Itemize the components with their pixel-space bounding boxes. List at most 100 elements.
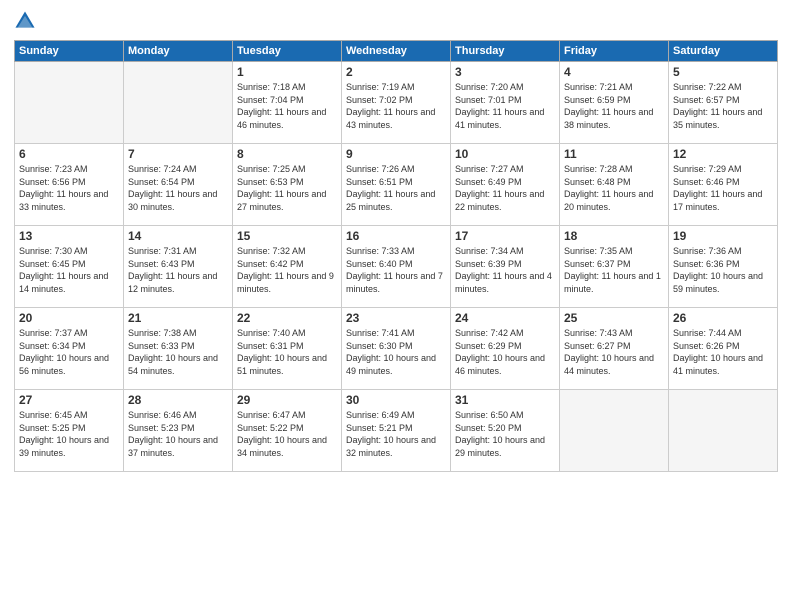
calendar-cell: 17 Sunrise: 7:34 AMSunset: 6:39 PMDayligh…: [451, 226, 560, 308]
calendar-cell: 18 Sunrise: 7:35 AMSunset: 6:37 PMDayligh…: [560, 226, 669, 308]
day-info: Sunrise: 7:28 AMSunset: 6:48 PMDaylight:…: [564, 163, 664, 213]
day-info: Sunrise: 7:22 AMSunset: 6:57 PMDaylight:…: [673, 81, 773, 131]
day-number: 19: [673, 229, 773, 243]
calendar-cell: [669, 390, 778, 472]
day-info: Sunrise: 7:20 AMSunset: 7:01 PMDaylight:…: [455, 81, 555, 131]
calendar-cell: 27 Sunrise: 6:45 AMSunset: 5:25 PMDayligh…: [15, 390, 124, 472]
day-info: Sunrise: 7:31 AMSunset: 6:43 PMDaylight:…: [128, 245, 228, 295]
day-number: 4: [564, 65, 664, 79]
calendar-week-row: 1Sunrise: 7:18 AMSunset: 7:04 PMDaylight…: [15, 62, 778, 144]
day-number: 26: [673, 311, 773, 325]
calendar-cell: 4 Sunrise: 7:21 AMSunset: 6:59 PMDaylight…: [560, 62, 669, 144]
weekday-header: Wednesday: [342, 41, 451, 62]
calendar-cell: 19 Sunrise: 7:36 AMSunset: 6:36 PMDayligh…: [669, 226, 778, 308]
day-number: 10: [455, 147, 555, 161]
day-number: 6: [19, 147, 119, 161]
calendar-week-row: 13 Sunrise: 7:30 AMSunset: 6:45 PMDayligh…: [15, 226, 778, 308]
calendar-cell: 9 Sunrise: 7:26 AMSunset: 6:51 PMDaylight…: [342, 144, 451, 226]
calendar-cell: 15Sunrise: 7:32 AMSunset: 6:42 PMDayligh…: [233, 226, 342, 308]
calendar-cell: 24Sunrise: 7:42 AMSunset: 6:29 PMDayligh…: [451, 308, 560, 390]
calendar-cell: 28Sunrise: 6:46 AMSunset: 5:23 PMDayligh…: [124, 390, 233, 472]
day-info: Sunrise: 7:41 AMSunset: 6:30 PMDaylight:…: [346, 327, 446, 377]
calendar-cell: [15, 62, 124, 144]
calendar-cell: 21 Sunrise: 7:38 AMSunset: 6:33 PMDayligh…: [124, 308, 233, 390]
calendar-cell: 10Sunrise: 7:27 AMSunset: 6:49 PMDayligh…: [451, 144, 560, 226]
day-number: 7: [128, 147, 228, 161]
day-info: Sunrise: 6:45 AMSunset: 5:25 PMDaylight:…: [19, 409, 119, 459]
page: SundayMondayTuesdayWednesdayThursdayFrid…: [0, 0, 792, 612]
day-info: Sunrise: 7:23 AMSunset: 6:56 PMDaylight:…: [19, 163, 119, 213]
day-info: Sunrise: 6:46 AMSunset: 5:23 PMDaylight:…: [128, 409, 228, 459]
calendar-cell: 8Sunrise: 7:25 AMSunset: 6:53 PMDaylight…: [233, 144, 342, 226]
calendar-week-row: 20 Sunrise: 7:37 AMSunset: 6:34 PMDayligh…: [15, 308, 778, 390]
day-number: 31: [455, 393, 555, 407]
calendar-cell: [560, 390, 669, 472]
calendar: SundayMondayTuesdayWednesdayThursdayFrid…: [14, 40, 778, 472]
calendar-cell: 29 Sunrise: 6:47 AMSunset: 5:22 PMDayligh…: [233, 390, 342, 472]
calendar-cell: 22Sunrise: 7:40 AMSunset: 6:31 PMDayligh…: [233, 308, 342, 390]
calendar-cell: 25Sunrise: 7:43 AMSunset: 6:27 PMDayligh…: [560, 308, 669, 390]
calendar-cell: 3 Sunrise: 7:20 AMSunset: 7:01 PMDaylight…: [451, 62, 560, 144]
day-info: Sunrise: 6:50 AMSunset: 5:20 PMDaylight:…: [455, 409, 555, 459]
calendar-cell: 12 Sunrise: 7:29 AMSunset: 6:46 PMDayligh…: [669, 144, 778, 226]
day-number: 9: [346, 147, 446, 161]
day-info: Sunrise: 7:34 AMSunset: 6:39 PMDaylight:…: [455, 245, 555, 295]
calendar-cell: 26 Sunrise: 7:44 AMSunset: 6:26 PMDayligh…: [669, 308, 778, 390]
calendar-cell: 20 Sunrise: 7:37 AMSunset: 6:34 PMDayligh…: [15, 308, 124, 390]
calendar-week-row: 27 Sunrise: 6:45 AMSunset: 5:25 PMDayligh…: [15, 390, 778, 472]
day-number: 20: [19, 311, 119, 325]
day-number: 13: [19, 229, 119, 243]
weekday-header: Friday: [560, 41, 669, 62]
logo-icon: [14, 10, 36, 32]
day-info: Sunrise: 7:35 AMSunset: 6:37 PMDaylight:…: [564, 245, 664, 295]
day-number: 16: [346, 229, 446, 243]
day-number: 30: [346, 393, 446, 407]
day-number: 17: [455, 229, 555, 243]
calendar-cell: 5 Sunrise: 7:22 AMSunset: 6:57 PMDaylight…: [669, 62, 778, 144]
calendar-cell: 2 Sunrise: 7:19 AMSunset: 7:02 PMDaylight…: [342, 62, 451, 144]
day-number: 11: [564, 147, 664, 161]
day-info: Sunrise: 7:19 AMSunset: 7:02 PMDaylight:…: [346, 81, 446, 131]
day-info: Sunrise: 7:29 AMSunset: 6:46 PMDaylight:…: [673, 163, 773, 213]
day-number: 12: [673, 147, 773, 161]
day-info: Sunrise: 7:36 AMSunset: 6:36 PMDaylight:…: [673, 245, 773, 295]
day-number: 5: [673, 65, 773, 79]
day-info: Sunrise: 7:33 AMSunset: 6:40 PMDaylight:…: [346, 245, 446, 295]
day-info: Sunrise: 7:44 AMSunset: 6:26 PMDaylight:…: [673, 327, 773, 377]
day-number: 27: [19, 393, 119, 407]
weekday-header: Tuesday: [233, 41, 342, 62]
calendar-cell: 14 Sunrise: 7:31 AMSunset: 6:43 PMDayligh…: [124, 226, 233, 308]
day-info: Sunrise: 7:37 AMSunset: 6:34 PMDaylight:…: [19, 327, 119, 377]
calendar-week-row: 6 Sunrise: 7:23 AMSunset: 6:56 PMDaylight…: [15, 144, 778, 226]
day-number: 14: [128, 229, 228, 243]
day-number: 29: [237, 393, 337, 407]
weekday-header: Monday: [124, 41, 233, 62]
weekday-header: Thursday: [451, 41, 560, 62]
day-number: 23: [346, 311, 446, 325]
day-info: Sunrise: 7:21 AMSunset: 6:59 PMDaylight:…: [564, 81, 664, 131]
day-info: Sunrise: 7:18 AMSunset: 7:04 PMDaylight:…: [237, 81, 337, 131]
calendar-cell: 16 Sunrise: 7:33 AMSunset: 6:40 PMDayligh…: [342, 226, 451, 308]
calendar-header-row: SundayMondayTuesdayWednesdayThursdayFrid…: [15, 41, 778, 62]
day-number: 18: [564, 229, 664, 243]
day-info: Sunrise: 7:24 AMSunset: 6:54 PMDaylight:…: [128, 163, 228, 213]
calendar-cell: 1Sunrise: 7:18 AMSunset: 7:04 PMDaylight…: [233, 62, 342, 144]
day-info: Sunrise: 7:32 AMSunset: 6:42 PMDaylight:…: [237, 245, 337, 295]
calendar-cell: [124, 62, 233, 144]
calendar-cell: 30Sunrise: 6:49 AMSunset: 5:21 PMDayligh…: [342, 390, 451, 472]
day-number: 25: [564, 311, 664, 325]
day-info: Sunrise: 7:42 AMSunset: 6:29 PMDaylight:…: [455, 327, 555, 377]
day-number: 8: [237, 147, 337, 161]
day-number: 3: [455, 65, 555, 79]
day-info: Sunrise: 7:38 AMSunset: 6:33 PMDaylight:…: [128, 327, 228, 377]
calendar-cell: 6 Sunrise: 7:23 AMSunset: 6:56 PMDaylight…: [15, 144, 124, 226]
calendar-body: 1Sunrise: 7:18 AMSunset: 7:04 PMDaylight…: [15, 62, 778, 472]
day-number: 21: [128, 311, 228, 325]
header: [14, 10, 778, 32]
day-number: 22: [237, 311, 337, 325]
day-number: 2: [346, 65, 446, 79]
calendar-cell: 23 Sunrise: 7:41 AMSunset: 6:30 PMDayligh…: [342, 308, 451, 390]
day-info: Sunrise: 6:47 AMSunset: 5:22 PMDaylight:…: [237, 409, 337, 459]
day-info: Sunrise: 7:30 AMSunset: 6:45 PMDaylight:…: [19, 245, 119, 295]
day-info: Sunrise: 7:26 AMSunset: 6:51 PMDaylight:…: [346, 163, 446, 213]
